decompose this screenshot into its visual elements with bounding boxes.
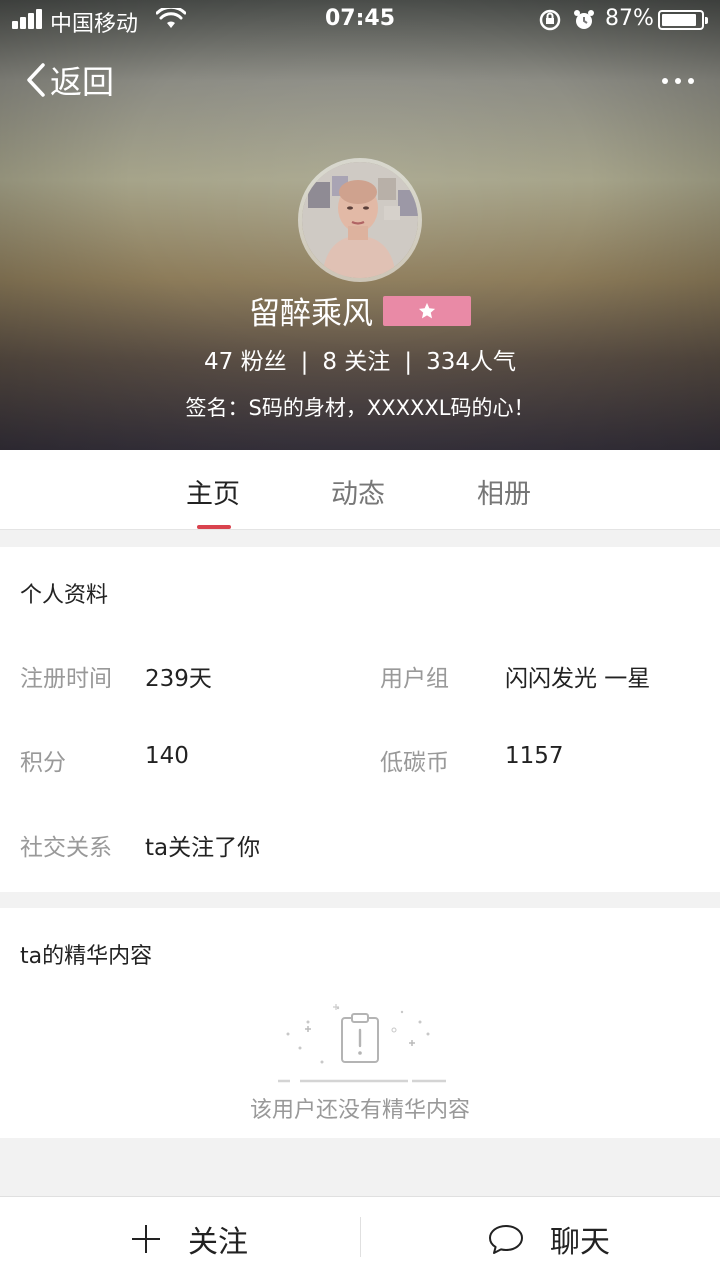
profile-header: 中国移动 07:45 87% 返回 留醉乘风 47 粉丝 | 8 关注 | 33… (0, 0, 720, 450)
tab-home[interactable]: 主页 (186, 472, 240, 511)
section-title: 个人资料 (20, 583, 109, 608)
avatar[interactable] (298, 158, 422, 282)
username-row: 留醉乘风 (0, 288, 720, 333)
orientation-lock-icon (539, 9, 561, 31)
section-title: ta的精华内容 (20, 944, 153, 969)
back-label: 返回 (50, 63, 115, 101)
chevron-left-icon (27, 63, 45, 97)
empty-clipboard-icon (278, 1004, 446, 1083)
user-group-label: 用户组 (380, 666, 449, 692)
social-relation-value: ta关注了你 (145, 835, 261, 861)
fans-count[interactable]: 47 粉丝 (204, 349, 287, 375)
empty-state-text: 该用户还没有精华内容 (249, 1098, 470, 1123)
plus-icon (132, 1225, 160, 1253)
chat-bubble-icon (489, 1225, 523, 1254)
profile-stats: 47 粉丝 | 8 关注 | 334人气 (0, 342, 720, 376)
follow-button[interactable]: 关注 (130, 1197, 248, 1280)
register-time-value: 239天 (145, 666, 212, 692)
level-badge (383, 295, 471, 326)
chat-button[interactable]: 聊天 (488, 1197, 610, 1280)
social-relation-label: 社交关系 (20, 835, 112, 861)
back-button[interactable]: 返回 (24, 58, 114, 102)
username: 留醉乘风 (249, 296, 373, 332)
bottom-action-bar: 关注 聊天 (0, 1196, 720, 1280)
popularity-count: 334人气 (426, 349, 516, 375)
follow-label: 关注 (188, 1225, 248, 1260)
stats-separator: | (404, 349, 413, 375)
signature: 签名：S码的身材，XXXXXL码的心！ (185, 396, 535, 420)
active-tab-indicator (197, 525, 231, 529)
personal-info-card: 个人资料 注册时间 239天 用户组 闪闪发光 一星 积分 140 低碳币 11… (0, 547, 720, 892)
chat-label: 聊天 (550, 1225, 610, 1260)
tab-album[interactable]: 相册 (477, 472, 531, 511)
bottom-divider (360, 1217, 361, 1257)
stats-separator: | (300, 349, 309, 375)
coins-value: 1157 (505, 743, 564, 769)
profile-tabs: 主页 动态 相册 (0, 450, 720, 530)
alarm-icon (574, 10, 594, 29)
user-group-value: 闪闪发光 一星 (505, 666, 651, 692)
status-bar: 中国移动 07:45 87% (0, 0, 720, 40)
battery-icon (658, 10, 708, 30)
tab-activity[interactable]: 动态 (331, 472, 385, 511)
points-label: 积分 (20, 750, 66, 776)
battery-percent: 87% (605, 6, 654, 31)
avatar-image (302, 162, 418, 278)
coins-label: 低碳币 (380, 750, 449, 776)
points-value: 140 (145, 743, 189, 769)
more-options-button[interactable] (660, 66, 696, 94)
register-time-label: 注册时间 (20, 666, 112, 692)
following-count[interactable]: 8 关注 (322, 349, 390, 375)
star-icon (418, 302, 436, 318)
